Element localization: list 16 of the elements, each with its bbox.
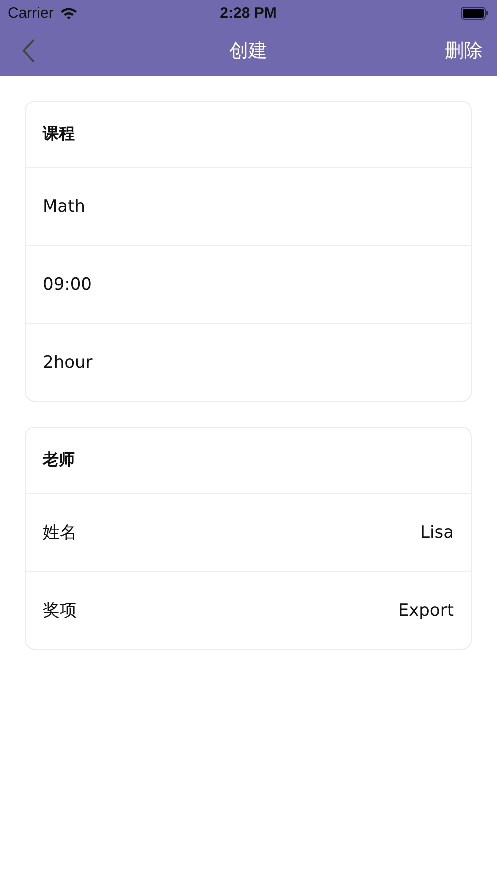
battery-icon — [461, 6, 489, 20]
delete-button[interactable]: 删除 — [445, 38, 483, 64]
row-value: Export — [398, 600, 454, 620]
carrier-label: Carrier — [8, 4, 54, 22]
section-title: 课程 — [43, 124, 75, 145]
wifi-icon — [60, 6, 78, 20]
row-label: 姓名 — [43, 522, 77, 544]
row-label: 奖项 — [43, 600, 77, 622]
back-button[interactable] — [22, 38, 36, 64]
row-label: 09:00 — [43, 274, 92, 294]
section-title: 老师 — [43, 450, 75, 471]
row-label: Math — [43, 196, 86, 216]
row-label: 2hour — [43, 352, 93, 372]
row-value: Lisa — [420, 522, 454, 542]
nav-title: 创建 — [230, 39, 268, 64]
status-time: 2:28 PM — [220, 4, 277, 22]
